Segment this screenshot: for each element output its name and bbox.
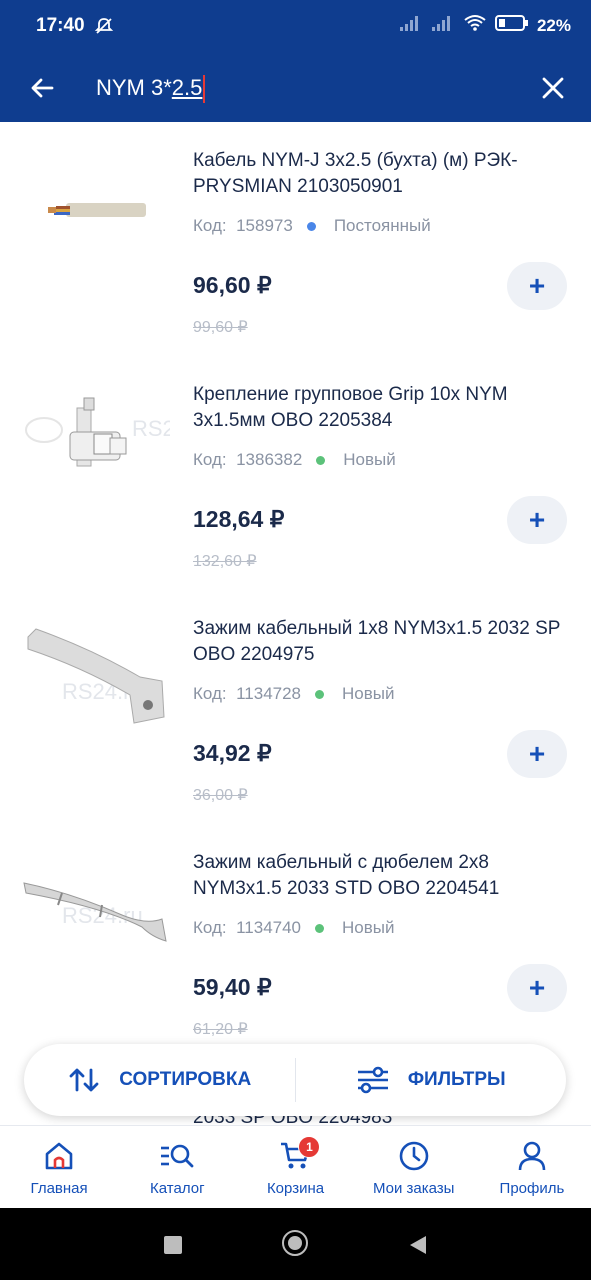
product-old-price: 61,20 ₽	[193, 1021, 248, 1038]
product-code: 1386382	[236, 450, 303, 469]
code-label: Код:	[193, 216, 227, 235]
wifi-icon	[463, 14, 487, 37]
nav-catalog-label: Каталог	[150, 1180, 205, 1197]
clear-search-button[interactable]	[533, 68, 573, 108]
mute-icon	[94, 16, 114, 41]
status-dot	[306, 221, 316, 231]
product-item[interactable]: RS24.ru Зажим кабельный 1x8 NYM3x1.5 203…	[0, 590, 591, 824]
product-status: Новый	[342, 684, 395, 703]
product-price: 34,92 ₽	[193, 740, 272, 766]
catalog-search-icon	[161, 1144, 194, 1168]
status-bar: 17:40 22%	[0, 0, 591, 54]
product-image-clamp: RS24.ru	[22, 614, 170, 744]
code-label: Код:	[193, 918, 227, 937]
add-to-cart-button[interactable]: +	[507, 730, 567, 778]
product-meta: Код: 1134740 Новый	[193, 918, 395, 938]
status-dot	[316, 455, 326, 465]
product-image-clamp-dowel: RS24.ru	[22, 848, 170, 978]
product-item[interactable]: RS24.ru Крепление групповое Grip 10x NYM…	[0, 356, 591, 590]
product-list[interactable]: Кабель NYM-J 3х2.5 (бухта) (м) РЭК-PRYSM…	[0, 122, 591, 1125]
filter-sliders-icon	[357, 1066, 388, 1094]
nav-home-label: Главная	[30, 1180, 88, 1197]
filter-button[interactable]: ФИЛЬТРЫ	[296, 1044, 567, 1116]
nav-cart[interactable]: 1 Корзина	[236, 1126, 354, 1209]
filter-label: ФИЛЬТРЫ	[407, 1069, 506, 1090]
add-to-cart-button[interactable]: +	[507, 964, 567, 1012]
search-input[interactable]: NYM 3*2.5	[96, 72, 496, 104]
product-item[interactable]: RS24.ru Зажим кабельный с дюбелем 2x8 NY…	[0, 824, 591, 1058]
nav-orders-label: Мои заказы	[372, 1180, 455, 1197]
status-time: 17:40	[36, 15, 85, 36]
system-back-button[interactable]	[408, 1234, 428, 1261]
product-image-cable	[22, 146, 170, 276]
sort-filter-bar: СОРТИРОВКА ФИЛЬТРЫ	[24, 1044, 566, 1116]
code-label: Код:	[193, 684, 227, 703]
text-caret	[203, 75, 206, 104]
search-text-highlight: 2.5	[171, 75, 203, 100]
product-code: 1134728	[236, 684, 302, 703]
close-icon	[542, 77, 564, 99]
watermark-text: RS24.ru	[132, 416, 170, 441]
nav-cart-label: Корзина	[266, 1180, 325, 1197]
nav-profile[interactable]: Профиль	[473, 1126, 591, 1209]
product-status: Новый	[343, 450, 396, 469]
search-text: NYM 3*	[96, 75, 172, 100]
nav-catalog[interactable]: Каталог	[118, 1126, 236, 1209]
code-label: Код:	[193, 450, 227, 469]
product-old-price: 36,00 ₽	[193, 787, 248, 804]
product-title[interactable]: Крепление групповое Grip 10x NYM 3x1.5мм…	[193, 382, 563, 434]
sort-icon	[69, 1068, 99, 1092]
system-home-button[interactable]	[282, 1230, 308, 1256]
product-title[interactable]: Кабель NYM-J 3х2.5 (бухта) (м) РЭК-PRYSM…	[193, 148, 563, 200]
product-meta: Код: 1386382 Новый	[193, 450, 396, 470]
signal-icon-2	[431, 14, 455, 37]
sort-button[interactable]: СОРТИРОВКА	[24, 1044, 295, 1116]
product-price: 128,64 ₽	[193, 506, 285, 532]
nav-home[interactable]: Главная	[0, 1126, 118, 1209]
status-dot	[315, 689, 325, 699]
add-to-cart-button[interactable]: +	[507, 496, 567, 544]
product-code: 1134740	[236, 918, 302, 937]
user-icon	[518, 1141, 546, 1171]
watermark-logo	[25, 417, 63, 443]
product-image-grip: RS24.ru	[22, 380, 170, 510]
add-to-cart-button[interactable]: +	[507, 262, 567, 310]
signal-icon	[399, 14, 423, 37]
home-dot	[288, 1236, 302, 1250]
battery-icon	[494, 14, 529, 37]
product-old-price: 99,60 ₽	[193, 319, 248, 336]
clock-icon	[399, 1141, 429, 1171]
product-item[interactable]: Кабель NYM-J 3х2.5 (бухта) (м) РЭК-PRYSM…	[0, 122, 591, 356]
cart-badge: 1	[298, 1136, 321, 1158]
back-triangle-icon	[410, 1236, 426, 1254]
product-code: 158973	[236, 216, 293, 235]
battery-percent: 22%	[536, 15, 571, 35]
product-price: 59,40 ₽	[193, 974, 272, 1000]
product-title[interactable]: Зажим кабельный с дюбелем 2x8 NYM3x1.5 2…	[193, 850, 563, 902]
product-price: 96,60 ₽	[193, 272, 272, 298]
nav-profile-label: Профиль	[499, 1180, 565, 1197]
recent-apps-button[interactable]	[164, 1236, 182, 1254]
home-icon	[45, 1142, 73, 1170]
product-status: Постоянный	[333, 216, 431, 235]
back-button[interactable]	[22, 68, 62, 108]
product-meta: Код: 158973 Постоянный	[193, 216, 431, 236]
product-old-price: 132,60 ₽	[193, 553, 257, 570]
product-meta: Код: 1134728 Новый	[193, 684, 395, 704]
sort-label: СОРТИРОВКА	[119, 1069, 252, 1090]
status-dot	[315, 923, 325, 933]
bottom-navigation: Главная Каталог 1 Корзина Мои заказы Про…	[0, 1125, 591, 1209]
product-title[interactable]: Зажим кабельный 1x8 NYM3x1.5 2032 SP OBO…	[193, 616, 563, 668]
product-status: Новый	[342, 918, 395, 937]
search-app-bar: NYM 3*2.5	[0, 54, 591, 122]
nav-orders[interactable]: Мои заказы	[355, 1126, 473, 1209]
back-arrow-icon	[31, 78, 54, 98]
